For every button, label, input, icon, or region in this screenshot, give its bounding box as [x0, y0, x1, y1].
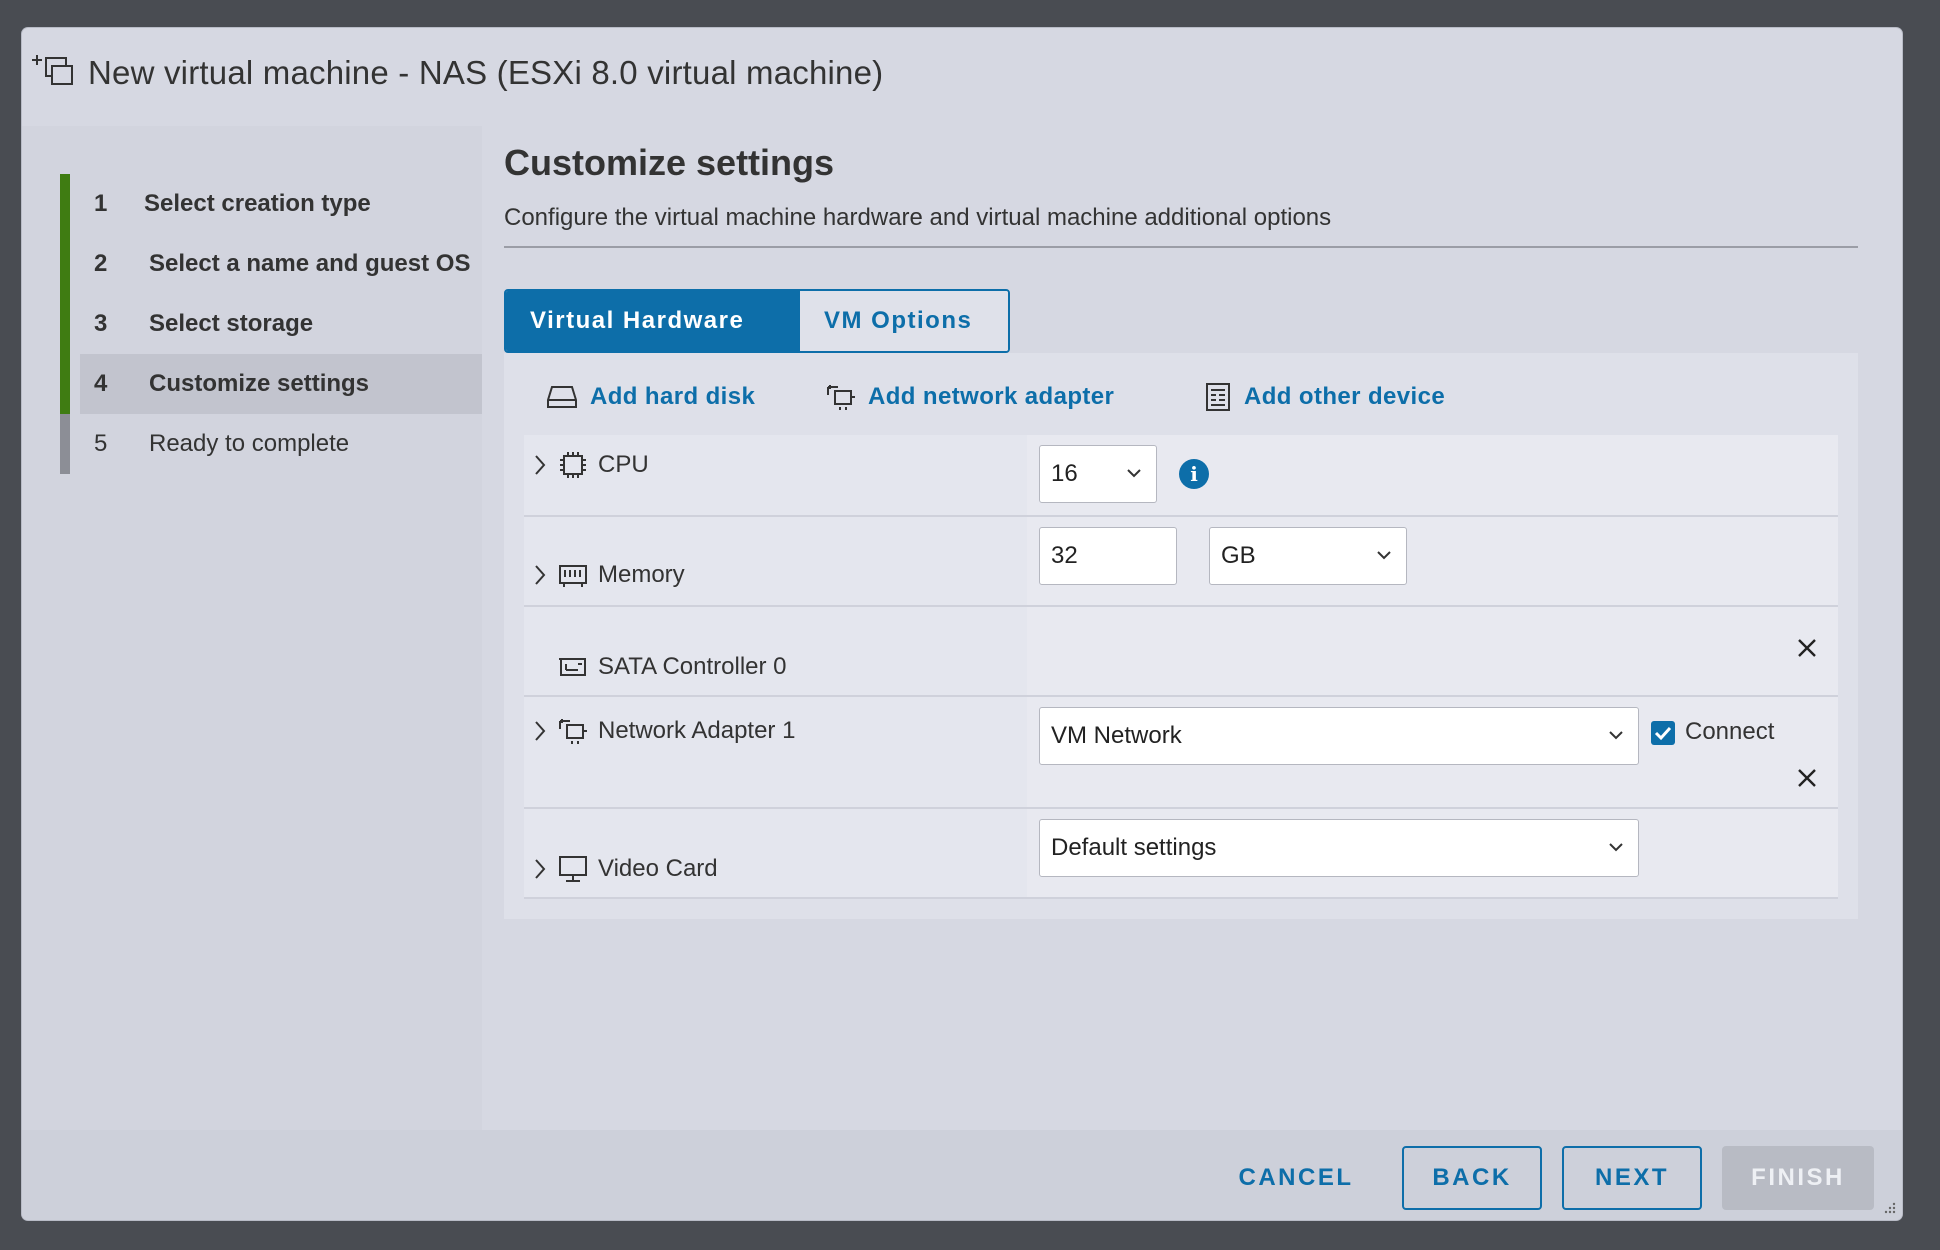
step-select-creation-type[interactable]: 1 Select creation type: [60, 174, 482, 234]
page-title: Customize settings: [504, 142, 835, 183]
add-other-device-label: Add other device: [1244, 383, 1446, 410]
add-hard-disk-button[interactable]: Add hard disk: [546, 381, 755, 413]
network-select[interactable]: VM Network: [1039, 707, 1639, 765]
step-select-storage[interactable]: 3 Select storage: [60, 294, 482, 354]
back-button[interactable]: BACK: [1402, 1146, 1542, 1210]
new-vm-icon: [32, 55, 73, 85]
video-settings-value: Default settings: [1051, 834, 1217, 861]
device-row-cpu: CPU 16 i: [524, 435, 1838, 517]
main-content: Customize settings Configure the virtual…: [482, 126, 1902, 1130]
chevron-right-icon[interactable]: [532, 857, 548, 881]
tab-virtual-hardware[interactable]: Virtual Hardware: [506, 291, 798, 351]
device-row-video-card: Video Card Default settings: [524, 809, 1838, 899]
memory-unit-select[interactable]: GB: [1209, 527, 1407, 585]
step-progress-bar: [60, 294, 70, 354]
step-customize-settings[interactable]: 4 Customize settings: [60, 354, 482, 414]
chevron-right-icon[interactable]: [532, 453, 548, 477]
network-adapter-icon: [559, 719, 587, 744]
device-cell-label: [524, 607, 1027, 695]
device-label-network-adapter: Network Adapter 1: [598, 717, 796, 744]
device-label-video-card: Video Card: [598, 855, 718, 882]
step-label: Ready to complete: [149, 430, 350, 457]
memory-size-input[interactable]: 32: [1039, 527, 1177, 585]
dialog-title-bar: New virtual machine - NAS (ESXi 8.0 virt…: [22, 28, 1902, 126]
wizard-steps: 1 Select creation type 2 Select a name a…: [22, 126, 482, 1130]
other-device-icon: [1206, 383, 1230, 411]
step-number: 2: [94, 250, 108, 277]
remove-device-icon[interactable]: [1796, 767, 1818, 789]
finish-button[interactable]: FINISH: [1722, 1146, 1874, 1210]
step-number: 1: [94, 190, 108, 217]
step-ready-to-complete[interactable]: 5 Ready to complete: [60, 414, 482, 474]
chevron-down-icon: [1609, 843, 1623, 852]
connect-label: Connect: [1685, 718, 1775, 745]
device-label-sata-controller: SATA Controller 0: [598, 653, 787, 680]
step-number: 5: [94, 430, 108, 457]
device-label-cpu: CPU: [598, 451, 649, 478]
cpu-count-value: 16: [1051, 460, 1078, 487]
settings-tabs: Virtual Hardware VM Options: [504, 289, 1010, 353]
step-select-name-guest-os[interactable]: 2 Select a name and guest OS: [60, 234, 482, 294]
monitor-icon: [559, 856, 587, 882]
step-progress-bar: [60, 414, 70, 474]
new-vm-dialog: New virtual machine - NAS (ESXi 8.0 virt…: [22, 28, 1902, 1220]
dialog-footer: CANCEL BACK NEXT FINISH: [22, 1130, 1902, 1220]
tab-vm-options[interactable]: VM Options: [798, 291, 1008, 351]
step-label: Select a name and guest OS: [149, 250, 471, 277]
step-label: Select storage: [149, 310, 314, 337]
memory-icon: [559, 565, 587, 587]
add-other-device-button[interactable]: Add other device: [1204, 381, 1445, 413]
next-button[interactable]: NEXT: [1562, 1146, 1702, 1210]
chevron-down-icon: [1377, 551, 1391, 560]
device-row-memory: Memory 32 GB: [524, 517, 1838, 607]
device-label-memory: Memory: [598, 561, 685, 588]
device-cell-value: [1027, 607, 1838, 695]
memory-unit-value: GB: [1221, 542, 1256, 569]
chevron-right-icon[interactable]: [532, 719, 548, 743]
step-label: Customize settings: [149, 370, 370, 397]
step-progress-bar: [60, 234, 70, 294]
step-progress-bar: [60, 354, 70, 414]
device-row-network-adapter: Network Adapter 1 VM Network Connect: [524, 697, 1838, 809]
checkmark-icon: [1654, 726, 1672, 741]
network-value: VM Network: [1051, 722, 1182, 749]
add-network-adapter-button[interactable]: Add network adapter: [826, 381, 1114, 413]
title-divider: [504, 246, 1858, 248]
cpu-count-select[interactable]: 16: [1039, 445, 1157, 503]
add-hard-disk-label: Add hard disk: [590, 383, 756, 410]
sata-controller-icon: [559, 658, 586, 676]
step-label: Select creation type: [144, 190, 371, 217]
chevron-down-icon: [1127, 469, 1141, 478]
hard-disk-icon: [547, 386, 577, 408]
device-cell-label: [524, 697, 1027, 807]
virtual-hardware-panel: Add hard disk Add network adapter Add ot…: [504, 353, 1858, 919]
resize-handle-icon[interactable]: [1882, 1200, 1896, 1214]
hardware-actions: Add hard disk Add network adapter Add ot…: [504, 353, 1858, 435]
dialog-title: New virtual machine - NAS (ESXi 8.0 virt…: [88, 54, 884, 91]
cpu-icon: [560, 452, 586, 478]
video-settings-select[interactable]: Default settings: [1039, 819, 1639, 877]
step-number: 4: [94, 370, 108, 397]
info-icon[interactable]: i: [1179, 459, 1209, 489]
cancel-button[interactable]: CANCEL: [1226, 1146, 1366, 1210]
add-network-adapter-label: Add network adapter: [868, 383, 1115, 410]
step-number: 3: [94, 310, 108, 337]
chevron-right-icon[interactable]: [532, 563, 548, 587]
device-row-sata-controller: SATA Controller 0: [524, 607, 1838, 697]
page-subtitle: Configure the virtual machine hardware a…: [504, 204, 1332, 231]
step-progress-bar: [60, 174, 70, 234]
chevron-down-icon: [1609, 731, 1623, 740]
connect-checkbox[interactable]: [1651, 721, 1675, 745]
device-cell-label: [524, 809, 1027, 897]
remove-device-icon[interactable]: [1796, 637, 1818, 659]
network-adapter-icon: [827, 385, 855, 410]
